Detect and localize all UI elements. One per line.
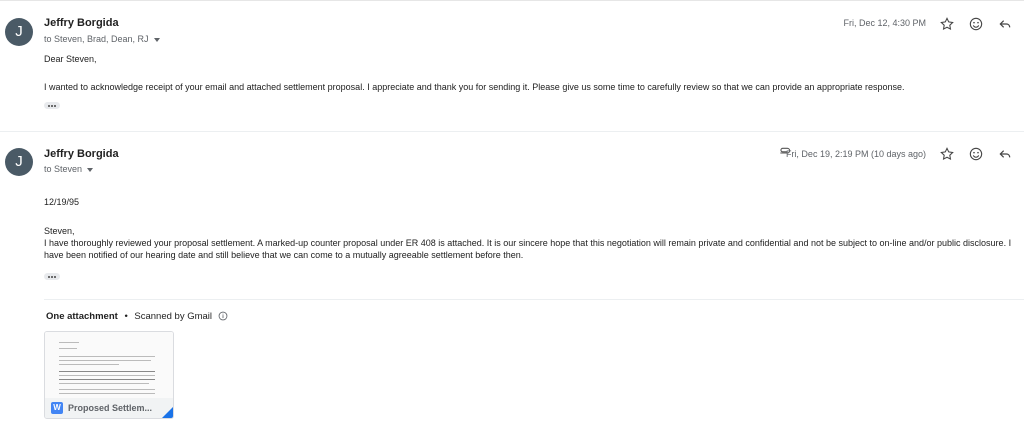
- scanned-label: Scanned by Gmail: [134, 311, 213, 322]
- emoji-icon[interactable]: [968, 16, 984, 32]
- more-dots-icon[interactable]: [44, 273, 60, 280]
- reply-icon[interactable]: [997, 16, 1013, 32]
- message-date: Fri, Dec 19, 2:19 PM (10 days ago): [785, 149, 926, 159]
- message-body: I have thoroughly reviewed your proposal…: [44, 238, 1012, 260]
- message-dateline: 12/19/95: [44, 197, 80, 207]
- attachment-card[interactable]: W Proposed Settlem...: [44, 331, 174, 419]
- attachment-filename: Proposed Settlem...: [68, 403, 153, 413]
- recipients-label: to Steven: [44, 164, 83, 174]
- avatar[interactable]: J: [5, 148, 33, 176]
- attachment-count: One attachment: [46, 311, 118, 322]
- word-doc-icon: W: [51, 402, 63, 414]
- corner-fold: [162, 407, 173, 418]
- sender-name[interactable]: Jeffry Borgida: [44, 17, 119, 29]
- message-date: Fri, Dec 12, 4:30 PM: [843, 18, 926, 28]
- recipients-label: to Steven, Brad, Dean, RJ: [44, 34, 149, 44]
- reply-icon[interactable]: [997, 146, 1013, 162]
- message-divider: [0, 131, 1024, 132]
- recipients[interactable]: to Steven, Brad, Dean, RJ: [44, 34, 160, 44]
- attachment-preview: [45, 332, 173, 398]
- star-icon[interactable]: [939, 16, 955, 32]
- sender-name[interactable]: Jeffry Borgida: [44, 148, 119, 160]
- star-icon[interactable]: [939, 146, 955, 162]
- avatar[interactable]: J: [5, 18, 33, 46]
- more-dots-icon[interactable]: [44, 102, 60, 109]
- chevron-down-icon[interactable]: [87, 167, 94, 172]
- info-icon[interactable]: [218, 311, 228, 321]
- attachment-separator: •: [124, 311, 128, 322]
- top-border: [0, 0, 1024, 1]
- message-body: I wanted to acknowledge receipt of your …: [44, 82, 905, 92]
- attachment-footer: W Proposed Settlem...: [45, 398, 173, 418]
- attachment-header: One attachment • Scanned by Gmail: [46, 311, 228, 322]
- attachment-divider: [44, 299, 1024, 300]
- message-greeting: Dear Steven,: [44, 54, 97, 64]
- message-greeting: Steven,: [44, 226, 75, 236]
- emoji-icon[interactable]: [968, 146, 984, 162]
- chevron-down-icon[interactable]: [153, 37, 160, 42]
- recipients[interactable]: to Steven: [44, 164, 94, 174]
